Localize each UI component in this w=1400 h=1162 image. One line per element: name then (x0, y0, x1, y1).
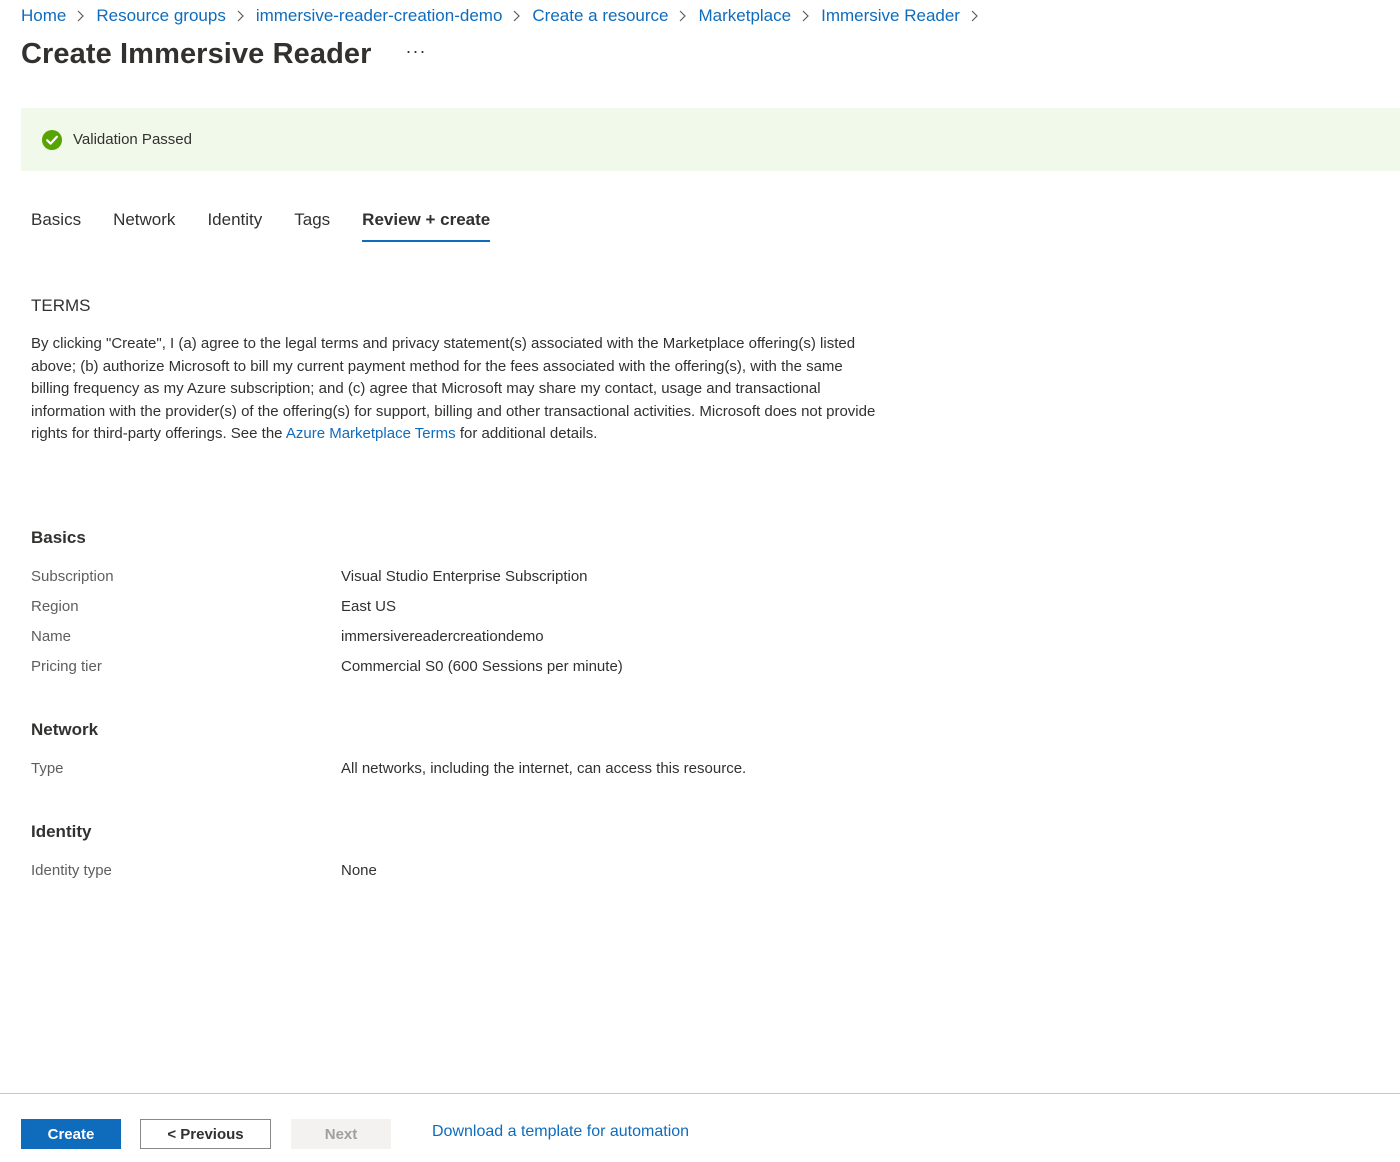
tab-tags[interactable]: Tags (294, 208, 330, 242)
chevron-right-icon (801, 10, 810, 22)
row-label: Name (31, 627, 72, 645)
row-label: Type (31, 759, 64, 777)
section-heading-network: Network (31, 720, 99, 739)
terms-text: By clicking "Create", I (a) agree to the… (31, 333, 881, 446)
row-value: East US (341, 597, 397, 615)
check-circle-icon (41, 129, 63, 151)
section-heading-identity: Identity (31, 822, 92, 841)
row-label: Pricing tier (31, 657, 102, 675)
tab-list: Basics Network Identity Tags Review + cr… (31, 208, 522, 242)
summary-row: Identity type None (31, 860, 377, 880)
summary-row: Pricing tier Commercial S0 (600 Sessions… (31, 656, 623, 676)
breadcrumb-marketplace[interactable]: Marketplace (698, 6, 791, 26)
row-value: immersivereadercreationdemo (341, 627, 544, 645)
breadcrumb-create-resource[interactable]: Create a resource (532, 6, 668, 26)
more-options-button[interactable]: ··· (402, 42, 431, 60)
tab-network[interactable]: Network (113, 208, 175, 242)
row-value: Commercial S0 (600 Sessions per minute) (341, 657, 623, 675)
row-label: Region (31, 597, 79, 615)
summary-row: Type All networks, including the interne… (31, 758, 746, 778)
row-value: None (341, 861, 377, 879)
chevron-right-icon (678, 10, 687, 22)
previous-button[interactable]: < Previous (140, 1119, 271, 1149)
validation-status-text: Validation Passed (73, 131, 192, 148)
page-title: Create Immersive Reader (21, 38, 372, 70)
summary-row: Region East US (31, 596, 396, 616)
chevron-right-icon (512, 10, 521, 22)
summary-row: Subscription Visual Studio Enterprise Su… (31, 566, 588, 586)
breadcrumb-home[interactable]: Home (21, 6, 66, 26)
terms-heading: TERMS (31, 296, 91, 315)
download-template-link[interactable]: Download a template for automation (432, 1123, 689, 1141)
validation-banner: Validation Passed (21, 108, 1400, 171)
create-button[interactable]: Create (21, 1119, 121, 1149)
chevron-right-icon (76, 10, 85, 22)
breadcrumb-resource-group[interactable]: immersive-reader-creation-demo (256, 6, 503, 26)
breadcrumb-immersive-reader[interactable]: Immersive Reader (821, 6, 960, 26)
chevron-right-icon (970, 10, 979, 22)
section-heading-basics: Basics (31, 528, 86, 547)
tab-review-create[interactable]: Review + create (362, 208, 491, 242)
title-row: Create Immersive Reader ··· (21, 38, 430, 71)
row-label: Subscription (31, 567, 114, 585)
breadcrumb: Home Resource groups immersive-reader-cr… (21, 5, 990, 27)
chevron-right-icon (236, 10, 245, 22)
page: Home Resource groups immersive-reader-cr… (0, 0, 1400, 1162)
next-button[interactable]: Next (291, 1119, 391, 1149)
azure-marketplace-terms-link[interactable]: Azure Marketplace Terms (286, 425, 456, 442)
row-label: Identity type (31, 861, 112, 879)
breadcrumb-resource-groups[interactable]: Resource groups (96, 6, 225, 26)
summary-row: Name immersivereadercreationdemo (31, 626, 544, 646)
terms-text-tail: for additional details. (455, 425, 598, 443)
tab-identity[interactable]: Identity (207, 208, 262, 242)
tab-basics[interactable]: Basics (31, 208, 81, 242)
footer-divider (0, 1093, 1400, 1094)
row-value: Visual Studio Enterprise Subscription (341, 567, 588, 585)
row-value: All networks, including the internet, ca… (341, 759, 747, 777)
